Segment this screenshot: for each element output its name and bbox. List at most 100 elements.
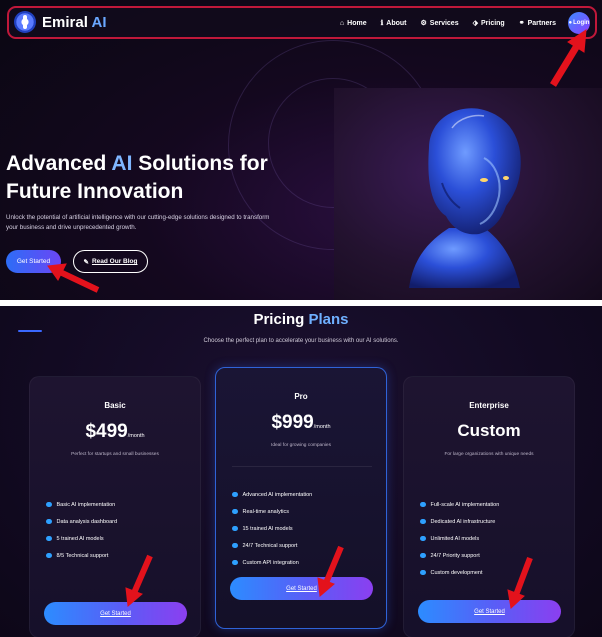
check-icon — [420, 569, 426, 576]
logo-accent: AI — [91, 14, 107, 31]
nav-link-label: Partners — [527, 19, 556, 27]
check-icon — [46, 518, 52, 525]
get-started-button[interactable]: Get Started — [6, 250, 61, 273]
feature-label: Dedicated AI infrastructure — [430, 518, 496, 525]
nav-link-about[interactable]: ℹ About — [380, 19, 407, 28]
feature-label: 15 trained AI models — [242, 525, 293, 532]
gears-icon: ⚙ — [420, 20, 427, 27]
check-icon — [46, 552, 52, 559]
check-icon — [420, 535, 426, 542]
feature-label: Custom development — [430, 569, 483, 576]
check-icon — [232, 525, 238, 532]
feature-label: Real-time analytics — [242, 508, 289, 515]
ai-head-illustration — [409, 108, 521, 288]
feature-label: Unlimited AI models — [430, 535, 480, 542]
pricing-title: Pricing Plans — [0, 311, 602, 328]
feature-label: 24/7 Technical support — [242, 542, 298, 549]
nav-link-label: Pricing — [480, 19, 505, 27]
feature-label: 5 trained AI models — [56, 535, 104, 542]
logo[interactable]: Emiral AI — [42, 14, 106, 31]
feature-item: Real-time analytics — [232, 503, 312, 520]
check-icon — [46, 535, 52, 542]
pricing-subtitle: Choose the perfect plan to accelerate yo… — [203, 338, 399, 344]
home-icon: ⌂ — [339, 19, 345, 27]
hero-title-part: Solutions for — [132, 152, 268, 175]
feature-item: 24/7 Priority support — [420, 547, 499, 564]
nav-link-partners[interactable]: ⚭ Partners — [518, 19, 556, 28]
plan-price: $499/month — [30, 421, 200, 443]
logo-icon — [14, 11, 36, 33]
basic-get-started-button[interactable]: Get Started — [44, 602, 187, 625]
hero-section: Emiral AI ⌂ Home ℹ About ⚙ Services ⬗ Pr… — [0, 0, 602, 300]
feature-item: Full-scale AI implementation — [420, 496, 499, 513]
user-icon: ● — [568, 20, 573, 26]
feature-item: 24/7 Technical support — [232, 537, 312, 554]
pricing-card-enterprise: Enterprise Custom For large organization… — [403, 376, 575, 637]
info-icon: ℹ — [380, 20, 384, 27]
plan-price: Custom — [404, 421, 574, 441]
hero-title-accent: AI — [111, 152, 133, 175]
price-amount: $999 — [271, 412, 314, 433]
check-icon — [232, 491, 238, 498]
feature-item: 5 trained AI models — [46, 530, 117, 547]
feature-label: Custom API integration — [242, 559, 299, 566]
plan-description: For large organizations with unique need… — [444, 452, 534, 457]
check-icon — [232, 508, 238, 515]
feature-list: Advanced AI implementation Real-time ana… — [232, 486, 312, 571]
read-blog-label: Read Our Blog — [91, 258, 138, 265]
feature-item: 15 trained AI models — [232, 520, 312, 537]
check-icon — [46, 501, 52, 508]
nav-link-home[interactable]: ⌂ Home — [340, 20, 367, 27]
feature-label: Advanced AI implementation — [242, 491, 313, 498]
read-blog-button[interactable]: ✎ Read Our Blog — [73, 250, 148, 273]
feature-label: Full-scale AI implementation — [430, 501, 500, 508]
feature-item: Dedicated AI infrastructure — [420, 513, 499, 530]
feature-item: Basic AI implementation — [46, 496, 117, 513]
feature-list: Basic AI implementation Data analysis da… — [46, 496, 117, 564]
feature-item: 8/5 Technical support — [46, 547, 117, 564]
logo-text: Emiral — [42, 14, 88, 31]
price-amount: Custom — [457, 421, 521, 440]
nav-links: ⌂ Home ℹ About ⚙ Services ⬗ Pricing ⚭ Pa… — [326, 11, 590, 35]
price-period: /month — [313, 424, 331, 430]
ai-head-image — [334, 88, 602, 300]
hero-title: Advanced AI Solutions for Future Innovat… — [6, 150, 306, 206]
feature-label: Basic AI implementation — [56, 501, 116, 508]
price-amount: $499 — [85, 421, 128, 442]
nav-link-label: Services — [429, 19, 459, 27]
accent-line — [18, 330, 42, 332]
feature-label: 8/5 Technical support — [56, 552, 109, 559]
blog-icon: ✎ — [83, 258, 89, 266]
login-label: Login — [573, 20, 590, 26]
feature-item: Advanced AI implementation — [232, 486, 312, 503]
nav-link-label: About — [386, 19, 407, 27]
nav-link-services[interactable]: ⚙ Services — [420, 19, 459, 28]
pricing-title-part: Pricing — [253, 311, 309, 328]
plan-name: Pro — [294, 392, 308, 401]
hero-title-part: Advanced — [6, 152, 112, 175]
enterprise-get-started-button[interactable]: Get Started — [418, 600, 561, 623]
plan-name: Basic — [104, 401, 126, 410]
feature-label: 24/7 Priority support — [430, 552, 480, 559]
feature-item: Data analysis dashboard — [46, 513, 117, 530]
nav-link-pricing[interactable]: ⬗ Pricing — [472, 19, 505, 28]
check-icon — [420, 518, 426, 525]
plan-description: Ideal for growing companies — [271, 443, 331, 448]
tag-icon: ⬗ — [472, 20, 478, 27]
feature-item: Unlimited AI models — [420, 530, 499, 547]
plan-name: Enterprise — [469, 401, 509, 410]
feature-label: Data analysis dashboard — [56, 518, 118, 525]
check-icon — [420, 552, 426, 559]
hero-description: Unlock the potential of artificial intel… — [6, 214, 270, 231]
login-button[interactable]: ● Login — [568, 12, 590, 34]
feature-item: Custom development — [420, 564, 499, 581]
handshake-icon: ⚭ — [518, 20, 525, 27]
pro-get-started-button[interactable]: Get Started — [230, 577, 373, 600]
card-separator — [232, 466, 372, 467]
pricing-card-basic: Basic $499/month Perfect for startups an… — [29, 376, 201, 637]
check-icon — [420, 501, 426, 508]
feature-item: Custom API integration — [232, 554, 312, 571]
hero-title-line2: Future Innovation — [6, 180, 184, 203]
pricing-section: Pricing Plans Choose the perfect plan to… — [0, 306, 602, 637]
pricing-title-accent: Plans — [308, 311, 349, 328]
